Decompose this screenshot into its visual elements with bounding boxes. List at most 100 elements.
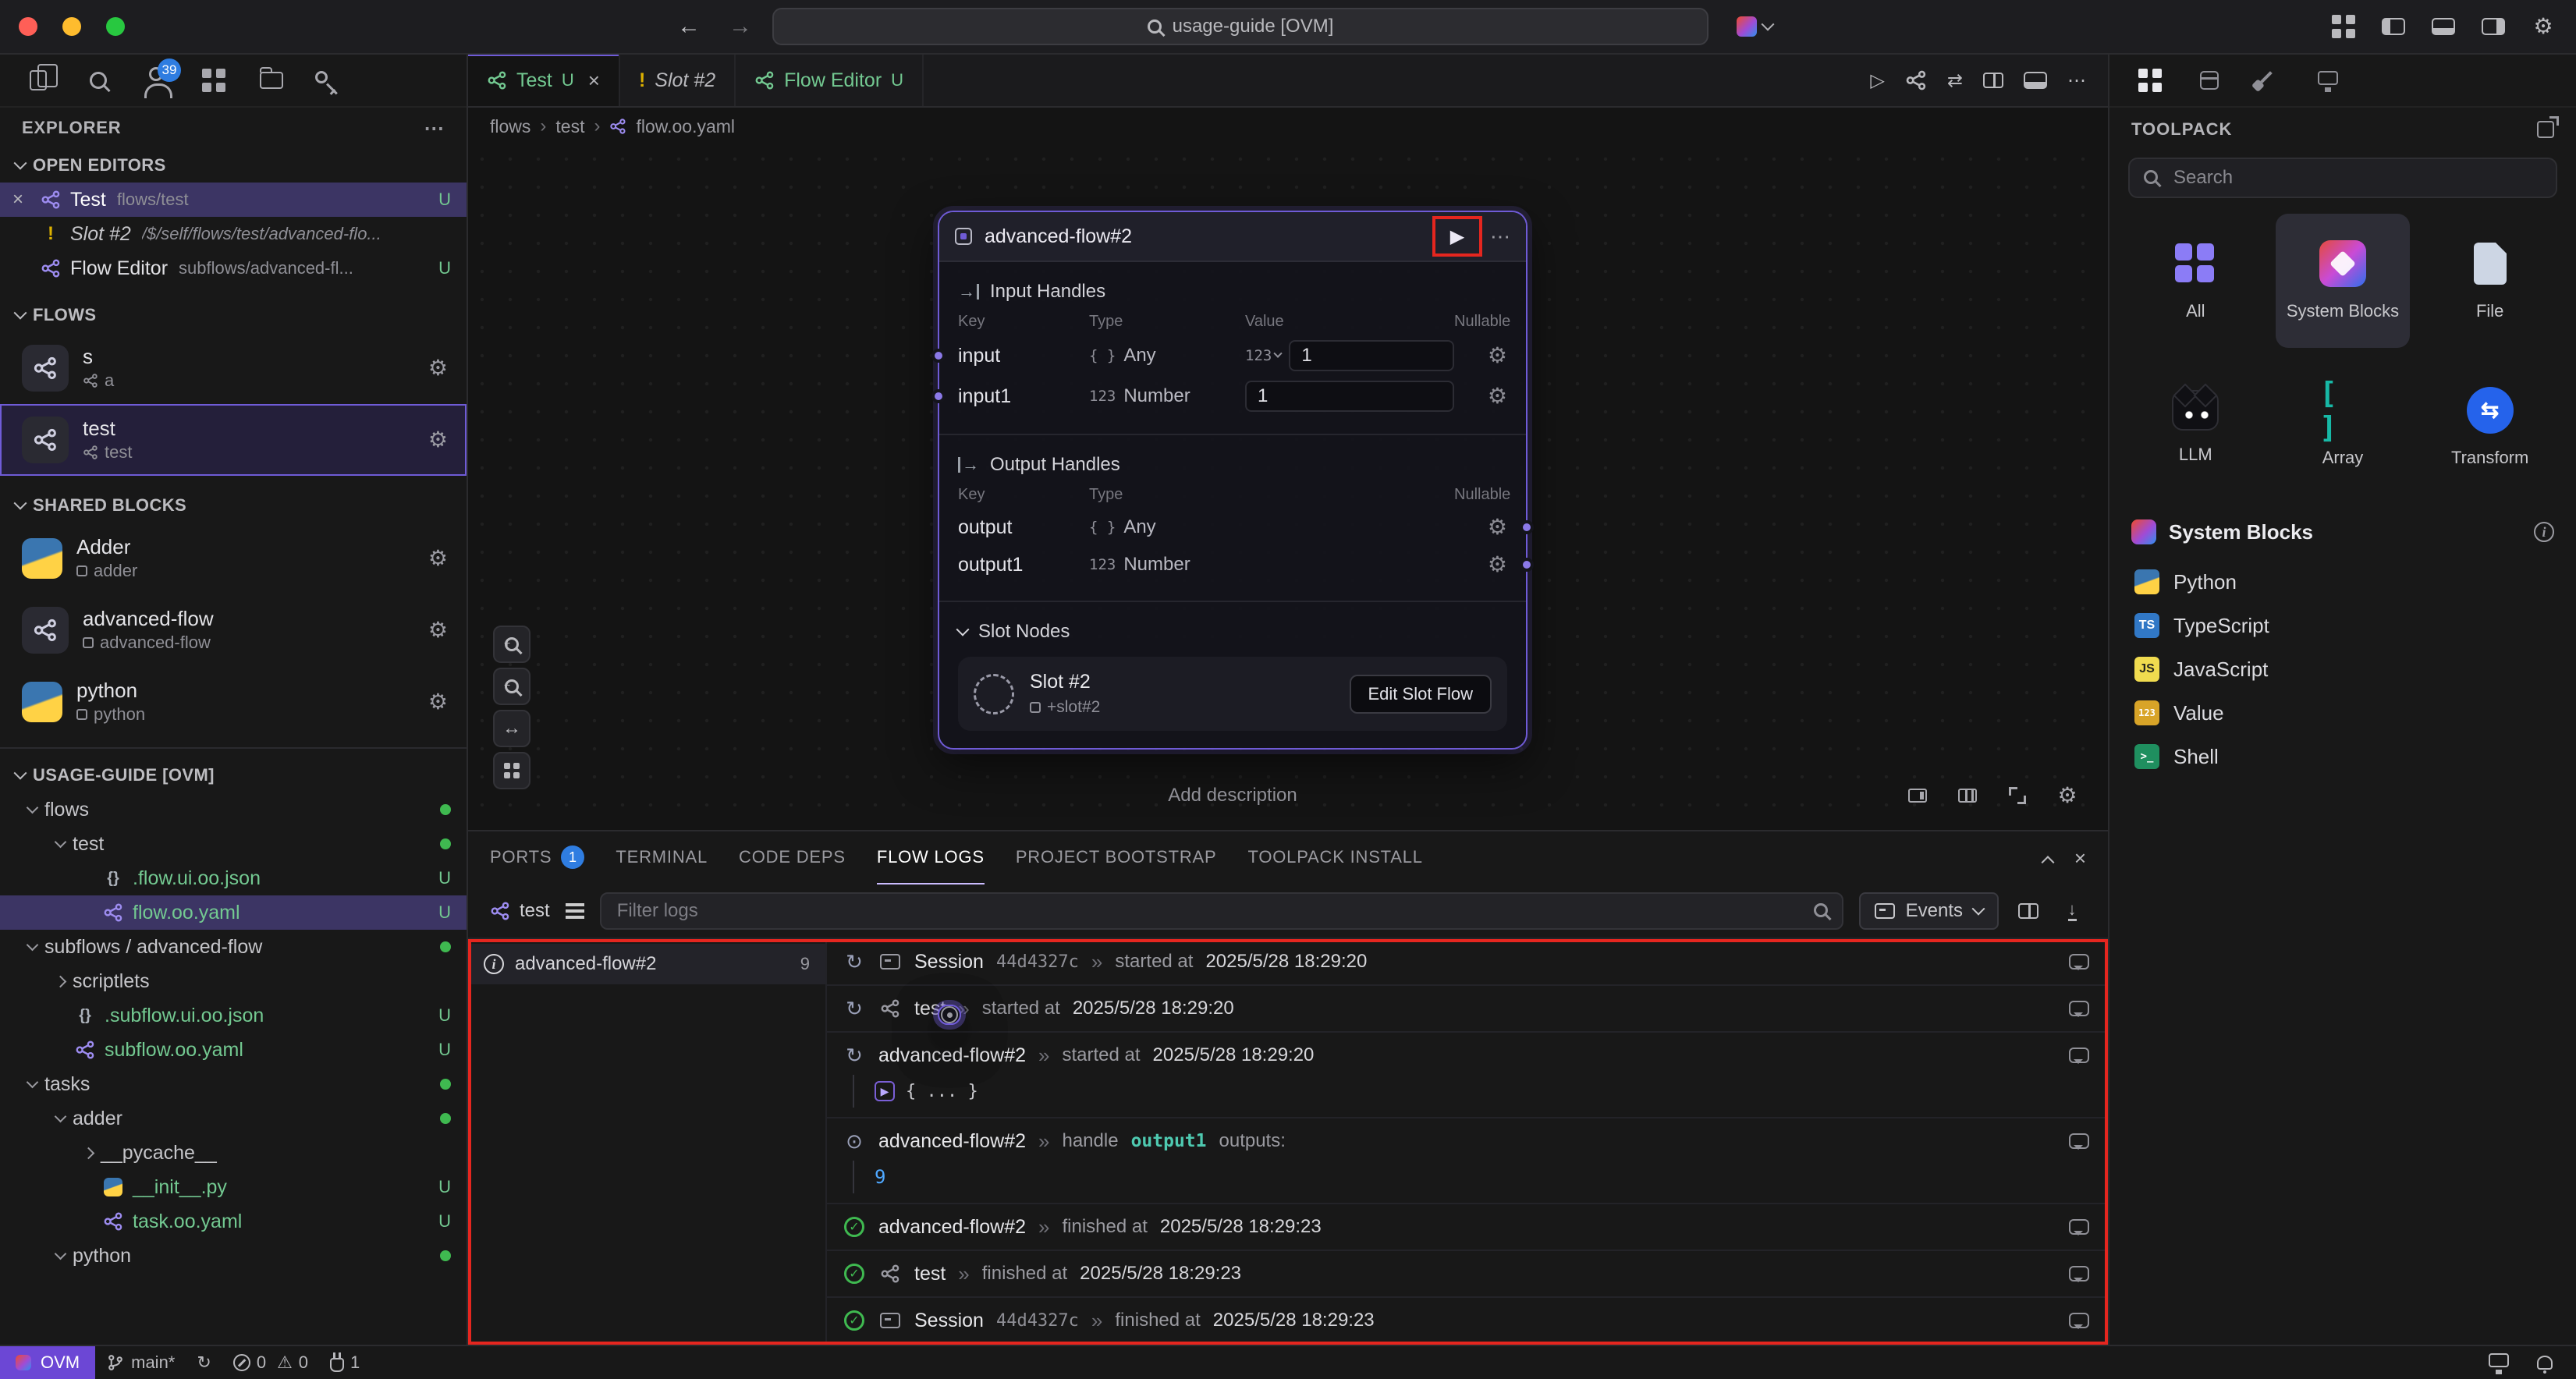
- value-input[interactable]: 1: [1245, 381, 1454, 412]
- node-more-icon[interactable]: ⋯: [1490, 225, 1510, 249]
- flow-list-item[interactable]: test test ⚙: [0, 404, 467, 476]
- log-console-icon[interactable]: [2069, 1001, 2089, 1016]
- output-port-dot[interactable]: [1520, 520, 1534, 534]
- block-settings-gear-icon[interactable]: ⚙: [428, 691, 448, 713]
- tree-item[interactable]: {} flows: [0, 792, 467, 827]
- more-actions-icon[interactable]: ⋯: [2067, 69, 2086, 92]
- editor-tab[interactable]: ! Test U ×: [468, 55, 620, 106]
- back-icon[interactable]: ←: [669, 13, 708, 40]
- slot-node-card[interactable]: Slot #2 +slot#2 Edit Slot Flow: [958, 657, 1507, 731]
- editor-tab[interactable]: ! Flow Editor U ×: [736, 55, 924, 106]
- extensions-icon[interactable]: [198, 65, 229, 96]
- workspace-header[interactable]: USAGE-GUIDE [OVM]: [0, 758, 467, 792]
- log-console-icon[interactable]: [2069, 1048, 2089, 1063]
- shared-block-item[interactable]: advanced-flow advanced-flow ⚙: [0, 594, 467, 666]
- preview-icon[interactable]: [2312, 65, 2344, 96]
- maximize-window-button[interactable]: [106, 17, 125, 36]
- system-block-item[interactable]: Python: [2109, 560, 2576, 604]
- tree-item[interactable]: {} python: [0, 1239, 467, 1273]
- panel-tab[interactable]: PROJECT BOOTSTRAP: [1016, 831, 1217, 884]
- system-block-item[interactable]: Value: [2109, 691, 2576, 735]
- open-in-new-window-icon[interactable]: [2537, 121, 2554, 138]
- tree-item[interactable]: {} .flow.ui.oo.json U: [0, 861, 467, 895]
- toolpack-category-card[interactable]: All: [2128, 214, 2263, 348]
- toolpack-tab-icon[interactable]: [2134, 65, 2166, 96]
- toolpack-category-card[interactable]: Array: [2276, 360, 2411, 495]
- tree-item[interactable]: {} test: [0, 827, 467, 861]
- minimize-window-button[interactable]: [62, 17, 81, 36]
- panel-tab[interactable]: PORTS 1: [490, 831, 584, 884]
- log-entry[interactable]: ↻ ⊙ ✓ Session 44d4327c » started at: [827, 939, 2108, 986]
- problems-status[interactable]: 0 ⚠ 0: [222, 1346, 319, 1379]
- shared-block-item[interactable]: Adder adder ⚙: [0, 523, 467, 594]
- log-entry[interactable]: ↻ ⊙ ✓ advanced-flow#2 » started at: [827, 1033, 2108, 1118]
- panel-tab[interactable]: FLOW LOGS: [877, 831, 985, 884]
- info-icon[interactable]: [2534, 522, 2554, 542]
- close-window-button[interactable]: [19, 17, 37, 36]
- auto-layout-button[interactable]: [493, 752, 530, 789]
- notifications-bell[interactable]: [2526, 1356, 2564, 1370]
- settings-gear-icon[interactable]: ⚙: [2529, 12, 2557, 41]
- flow-settings-gear-icon[interactable]: ⚙: [428, 357, 448, 379]
- panel-tab[interactable]: CODE DEPS: [739, 831, 846, 884]
- log-entry[interactable]: ↻ ⊙ ✓ Session 44d4327c » finished a: [827, 1298, 2108, 1345]
- folder-icon[interactable]: [256, 65, 287, 96]
- close-icon[interactable]: ×: [588, 69, 600, 93]
- flows-section-header[interactable]: FLOWS: [0, 298, 467, 332]
- tree-item[interactable]: {} flow.oo.yaml U: [0, 895, 467, 930]
- toolpack-category-card[interactable]: File: [2422, 214, 2557, 348]
- toggle-primary-sidebar-icon[interactable]: [2379, 12, 2407, 41]
- run-flow-button[interactable]: [1905, 69, 1927, 91]
- forward-icon[interactable]: →: [721, 13, 760, 40]
- command-center-search[interactable]: usage-guide [OVM]: [772, 8, 1708, 45]
- tree-item[interactable]: {} __init__.py U: [0, 1170, 467, 1204]
- value-input[interactable]: 1: [1289, 340, 1454, 371]
- fit-view-button[interactable]: ↔: [493, 710, 530, 747]
- log-group-item[interactable]: advanced-flow#2 9: [468, 944, 825, 984]
- open-editors-header[interactable]: OPEN EDITORS: [0, 148, 467, 183]
- run-button[interactable]: ▷: [1870, 69, 1884, 92]
- handle-settings-gear-icon[interactable]: ⚙: [1488, 554, 1507, 576]
- node-run-button[interactable]: ▶: [1440, 221, 1474, 252]
- breadcrumb-item[interactable]: flows: [490, 116, 530, 137]
- customize-layout-icon[interactable]: [2329, 12, 2358, 41]
- sync-status[interactable]: ↻: [186, 1346, 222, 1379]
- remote-indicator[interactable]: OVM: [0, 1346, 95, 1379]
- close-panel-icon[interactable]: ×: [2074, 848, 2086, 868]
- active-flow-selector[interactable]: test: [490, 900, 550, 922]
- more-actions-icon[interactable]: ⋯: [424, 116, 445, 140]
- toolpack-category-card[interactable]: System Blocks: [2276, 214, 2411, 348]
- zoom-out-button[interactable]: −: [493, 668, 530, 705]
- log-console-icon[interactable]: [2069, 1266, 2089, 1282]
- shared-blocks-header[interactable]: SHARED BLOCKS: [0, 488, 467, 523]
- value-type-selector[interactable]: 123: [1245, 347, 1281, 364]
- breadcrumb[interactable]: flows › test › flow.oo.yaml: [468, 108, 2108, 145]
- slot-nodes-header[interactable]: Slot Nodes: [958, 616, 1507, 647]
- filter-logs-input[interactable]: [600, 892, 1843, 930]
- fullscreen-icon[interactable]: [2002, 780, 2033, 811]
- log-view-toggle-icon[interactable]: [566, 903, 584, 906]
- log-detail-row[interactable]: ▶ { ... }: [853, 1075, 2089, 1108]
- toolpack-category-card[interactable]: Transform: [2422, 360, 2557, 495]
- panel-tab[interactable]: TOOLPACK INSTALL: [1248, 831, 1423, 884]
- log-console-icon[interactable]: [2069, 1219, 2089, 1235]
- input-port-dot[interactable]: [931, 349, 946, 363]
- flow-node-advanced-flow[interactable]: advanced-flow#2 ▶ ⋯ → Input Handles Key …: [938, 211, 1528, 750]
- edit-slot-flow-button[interactable]: Edit Slot Flow: [1350, 675, 1492, 714]
- ports-status[interactable]: 1: [319, 1346, 371, 1379]
- log-console-icon[interactable]: [2069, 1133, 2089, 1149]
- system-block-item[interactable]: Shell: [2109, 735, 2576, 778]
- tree-item[interactable]: {} __pycache__: [0, 1136, 467, 1170]
- output-port-dot[interactable]: [1520, 558, 1534, 572]
- panel-tab[interactable]: TERMINAL: [616, 831, 708, 884]
- block-settings-gear-icon[interactable]: ⚙: [428, 619, 448, 641]
- export-logs-icon[interactable]: ↓: [2058, 897, 2086, 925]
- compare-button[interactable]: ⇄: [1947, 69, 1963, 92]
- layout-button[interactable]: [2024, 72, 2047, 89]
- tree-item[interactable]: {} task.oo.yaml U: [0, 1204, 467, 1239]
- log-entry[interactable]: ↻ ⊙ ✓ advanced-flow#2 » finished a: [827, 1204, 2108, 1251]
- input-port-dot[interactable]: [931, 389, 946, 403]
- expand-object-icon[interactable]: ▶: [875, 1081, 895, 1101]
- toggle-panel-icon[interactable]: [2429, 12, 2457, 41]
- accounts-icon[interactable]: 39: [140, 65, 172, 96]
